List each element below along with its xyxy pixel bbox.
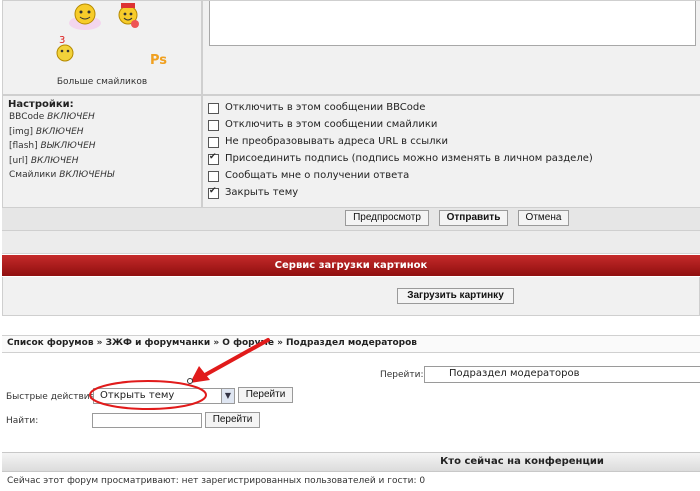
preview-button[interactable]: Предпросмотр	[345, 210, 429, 226]
option-notify-reply-label: Сообщать мне о получении ответа	[225, 170, 410, 181]
settings-heading: Настройки:	[8, 99, 74, 110]
setting-img: [img] ВКЛЮЧЕН	[9, 127, 84, 137]
option-attach-signature-checkbox[interactable]	[208, 152, 219, 165]
more-smilies-link[interactable]: Больше смайликов	[3, 77, 201, 87]
breadcrumb[interactable]: Список форумов » ЗЖФ и форумчанки » О фо…	[7, 338, 417, 348]
upload-panel	[2, 277, 700, 316]
setting-flash: [flash] ВЫКЛЮЧЕН	[9, 141, 96, 151]
option-lock-topic-checkbox[interactable]	[208, 186, 219, 199]
smilies-panel: 3 Ps Больше смайликов	[2, 0, 202, 95]
option-disable-smilies-checkbox[interactable]	[208, 120, 219, 131]
online-header: Кто сейчас на конференции	[2, 452, 700, 472]
upload-image-button[interactable]: Загрузить картинку	[397, 288, 514, 304]
quick-actions-label: Быстрые действия:	[6, 392, 99, 402]
setting-bbcode: BBCode ВКЛЮЧЕН	[9, 112, 95, 122]
smiley-ps-icon[interactable]: Ps	[149, 51, 169, 67]
svg-text:3: 3	[59, 35, 65, 46]
search-label: Найти:	[6, 416, 39, 426]
option-disable-url-checkbox[interactable]	[208, 137, 219, 148]
jump-select[interactable]: Подраздел модераторов	[424, 366, 700, 383]
smiley-cloud-icon[interactable]	[67, 1, 103, 31]
smiley-flower-icon[interactable]	[115, 1, 141, 29]
option-notify-reply-checkbox[interactable]	[208, 171, 219, 182]
spacer-band	[2, 231, 700, 254]
option-disable-url-label: Не преобразовывать адреса URL в ссылки	[225, 136, 449, 147]
jump-select-value: Подраздел модераторов	[449, 368, 580, 379]
quick-actions-go-button[interactable]: Перейти	[238, 387, 293, 403]
search-input[interactable]	[92, 413, 202, 428]
annotation-arrow-dot	[187, 378, 193, 384]
svg-text:Ps: Ps	[150, 53, 167, 67]
annotation-arrow-head	[190, 366, 210, 383]
smiley-balloon-icon[interactable]: 3	[51, 33, 81, 63]
upload-title: Сервис загрузки картинок	[274, 260, 428, 271]
option-disable-bbcode-checkbox[interactable]	[208, 103, 219, 114]
online-title: Кто сейчас на конференции	[440, 456, 604, 467]
chevron-down-icon[interactable]: ▼	[221, 389, 234, 403]
submit-button[interactable]: Отправить	[439, 210, 508, 226]
setting-url: [url] ВКЛЮЧЕН	[9, 156, 79, 166]
option-disable-bbcode-label: Отключить в этом сообщении BBCode	[225, 102, 426, 113]
option-attach-signature-label: Присоединить подпись (подпись можно изме…	[225, 153, 593, 164]
option-disable-smilies-label: Отключить в этом сообщении смайлики	[225, 119, 438, 130]
option-lock-topic-label: Закрыть тему	[225, 187, 299, 198]
upload-header: Сервис загрузки картинок	[2, 255, 700, 276]
cancel-button[interactable]: Отмена	[518, 210, 569, 226]
quick-actions-select-value: Открыть тему	[100, 390, 175, 401]
message-area	[202, 0, 700, 95]
message-textarea[interactable]	[209, 1, 696, 46]
jump-label: Перейти:	[380, 370, 424, 380]
online-text: Сейчас этот форум просматривают: нет зар…	[7, 476, 426, 486]
quick-actions-select[interactable]: Открыть тему ▼	[93, 388, 235, 404]
setting-smilies: Смайлики ВКЛЮЧЕНЫ	[9, 170, 115, 180]
search-go-button[interactable]: Перейти	[205, 412, 260, 428]
